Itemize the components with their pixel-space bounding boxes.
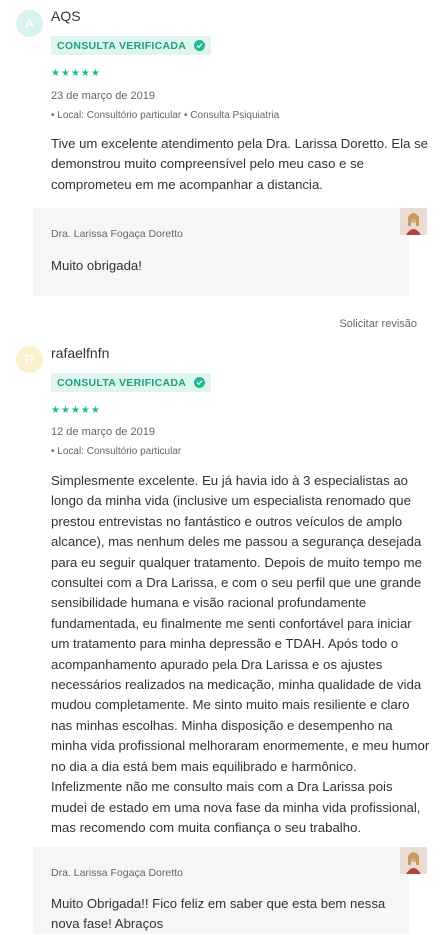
review-meta: • Local: Consultório particular • Consul… [51, 110, 280, 121]
doctor-photo [400, 847, 427, 874]
review-meta: • Local: Consultório particular [51, 446, 182, 457]
doctor-reply: Dra. Larissa Fogaça Doretto Muito Obriga… [33, 847, 427, 934]
verified-badge-label: CONSULTA VERIFICADA [57, 376, 187, 389]
request-review-link[interactable]: Solicitar revisão [339, 318, 417, 330]
review-text: Tive um excelente atendimento pela Dra. … [51, 136, 429, 192]
rating-stars: ★ ★ ★ ★ ★ [51, 69, 100, 79]
check-icon [194, 377, 206, 388]
review-author: rafaelfnfn [51, 345, 110, 361]
reply-doctor-name: Dra. Larissa Fogaça Doretto [51, 228, 183, 240]
avatar: A [16, 10, 43, 37]
star-icon: ★ [90, 405, 100, 416]
reply-text: Muito obrigada! [51, 258, 142, 273]
star-icon: ★ [90, 68, 100, 79]
reply-doctor-name: Dra. Larissa Fogaça Doretto [51, 867, 183, 879]
rating-stars: ★ ★ ★ ★ ★ [51, 406, 100, 416]
verified-badge: CONSULTA VERIFICADA [51, 36, 212, 55]
doctor-photo [400, 208, 427, 235]
avatar: R [16, 346, 43, 373]
check-icon [194, 40, 206, 51]
avatar-letter: R [24, 352, 35, 367]
doctor-reply: Dra. Larissa Fogaça Doretto Muito obriga… [33, 208, 427, 296]
star-icon: ★ [80, 68, 90, 79]
review-text: Simplesmente excelente. Eu já havia ido … [51, 473, 430, 835]
star-icon: ★ [51, 405, 60, 416]
verified-badge: CONSULTA VERIFICADA [51, 373, 212, 392]
review-author: AQS [51, 8, 81, 24]
review-date: 12 de março de 2019 [51, 426, 155, 438]
star-icon: ★ [70, 68, 80, 79]
verified-badge-label: CONSULTA VERIFICADA [57, 39, 187, 52]
star-icon: ★ [70, 405, 80, 416]
star-icon: ★ [60, 68, 70, 79]
star-icon: ★ [51, 68, 60, 79]
star-icon: ★ [80, 405, 90, 416]
reply-text: Muito Obrigada!! Fico feliz em saber que… [51, 896, 386, 932]
review-date: 23 de março de 2019 [51, 90, 155, 102]
avatar-letter: A [25, 16, 34, 31]
star-icon: ★ [60, 405, 70, 416]
